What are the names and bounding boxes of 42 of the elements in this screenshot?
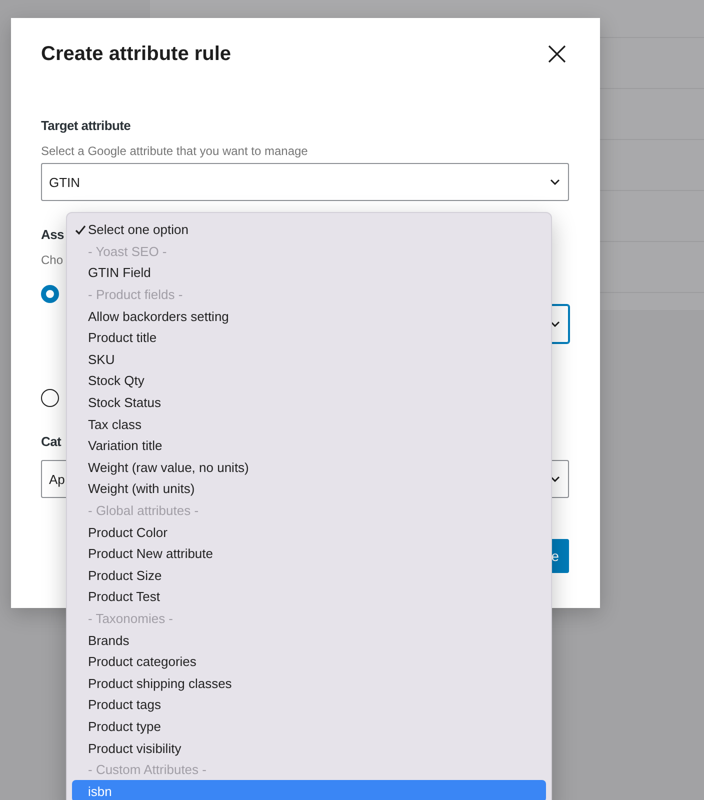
group-header: - Custom Attributes - — [87, 761, 208, 780]
menu-option[interactable]: GTIN Field — [72, 262, 546, 284]
help-text: Cho — [41, 252, 64, 268]
menu-option[interactable]: Product Size — [72, 564, 546, 586]
menu-option[interactable]: Product Test — [72, 586, 546, 608]
menu-option[interactable]: Weight (raw value, no units) — [72, 456, 546, 478]
menu-option[interactable]: Product type — [72, 716, 546, 738]
select-value: GTIN — [49, 174, 80, 190]
radio-button[interactable] — [41, 389, 59, 407]
field-label: Target attribute — [41, 117, 131, 135]
menu-option[interactable]: Variation title — [72, 434, 546, 457]
menu-option[interactable]: Product Color — [72, 521, 546, 543]
menu-option[interactable]: Product title — [72, 326, 546, 349]
menu-option[interactable]: Allow backorders setting — [72, 305, 546, 327]
chevron-down-icon — [550, 476, 560, 482]
menu-option[interactable]: Tax class — [72, 413, 546, 435]
menu-option[interactable]: Weight (with units) — [72, 478, 546, 500]
help-text: Select a Google attribute that you want to manage — [41, 143, 308, 159]
group-header: - Yoast SEO - — [87, 242, 168, 261]
menu-option[interactable]: Brands — [72, 629, 546, 651]
menu-option[interactable]: Select one option — [72, 219, 546, 241]
select-field[interactable]: GTIN — [41, 163, 569, 201]
menu-option[interactable]: Stock Qty — [72, 370, 546, 392]
menu-option[interactable]: SKU — [72, 348, 546, 370]
menu-option[interactable]: Product visibility — [72, 737, 546, 759]
menu-option[interactable]: Stock Status — [72, 392, 546, 414]
dialog-title: Create attribute rule — [41, 42, 232, 66]
field-label: Ass — [41, 226, 64, 244]
radio-button[interactable] — [41, 285, 59, 303]
menu-option[interactable]: Product categories — [72, 650, 546, 672]
menu-option[interactable]: Product shipping classes — [72, 672, 546, 694]
menu-option[interactable]: Product tags — [72, 694, 546, 716]
group-header: - Global attributes - — [87, 502, 200, 520]
chevron-down-icon — [550, 179, 560, 185]
group-header: - Taxonomies - — [87, 610, 174, 628]
menu-option[interactable]: isbn — [72, 780, 546, 800]
chevron-down-icon — [550, 321, 560, 327]
group-header: - Product fields - — [87, 286, 184, 304]
menu-option[interactable]: Product New attribute — [72, 542, 546, 564]
close-button[interactable] — [547, 44, 567, 64]
field-label: Cat — [41, 433, 62, 451]
select-value: Ap — [49, 472, 65, 486]
